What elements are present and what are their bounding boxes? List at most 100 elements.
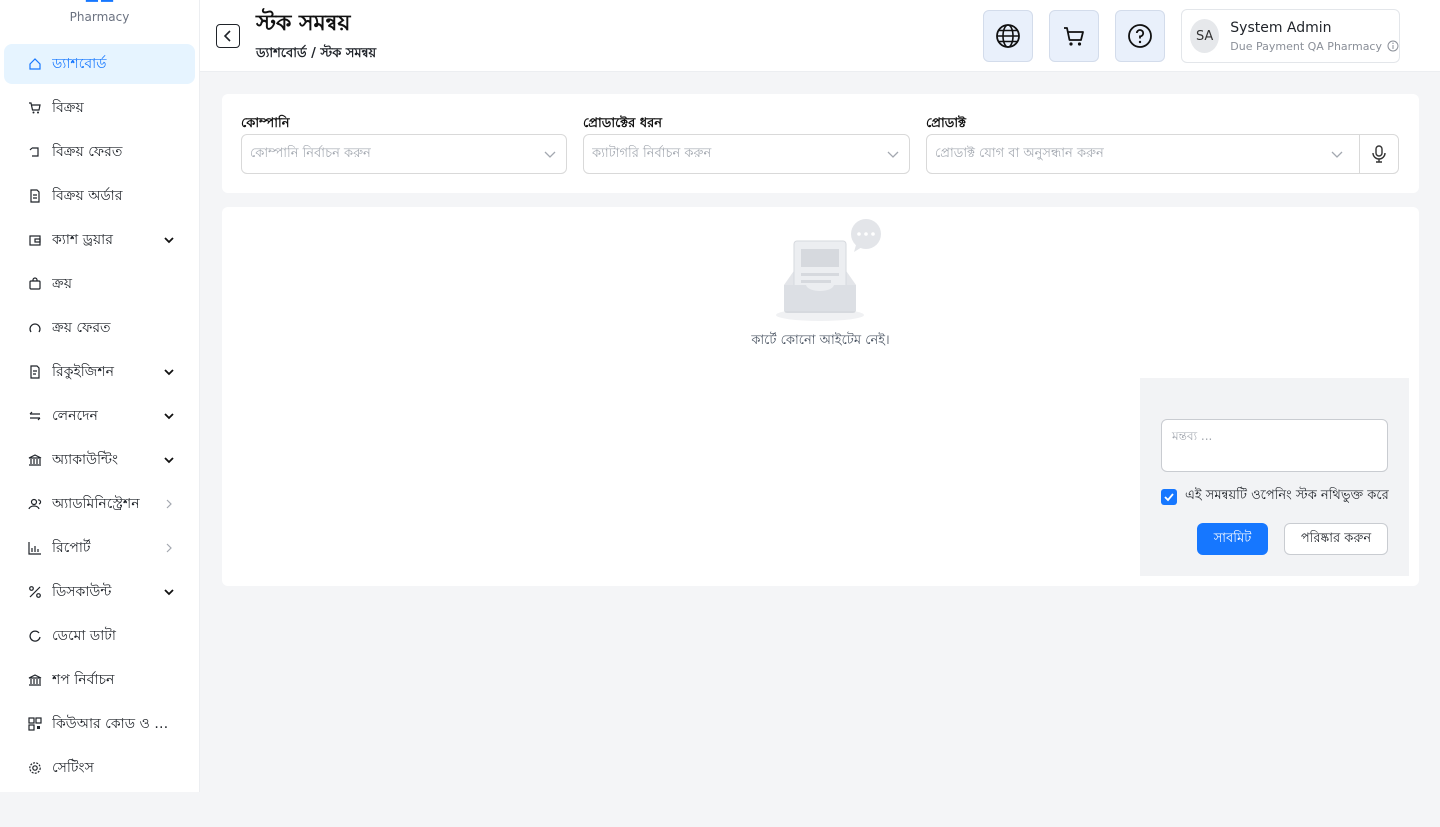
sidebar-item[interactable]: অ্যাকাউন্টিং	[4, 440, 195, 480]
chevron-down-icon[interactable]	[163, 234, 175, 246]
chevron-down-icon	[1331, 148, 1343, 160]
chevron-down-icon[interactable]	[163, 366, 175, 378]
sidebar-item[interactable]: বিক্রয় অর্ডার	[4, 176, 195, 216]
sidebar-item-label: অ্যাকাউন্টিং	[52, 452, 119, 468]
chevron-right-icon[interactable]	[163, 498, 175, 510]
bank-icon	[28, 453, 42, 467]
chevron-right-icon[interactable]	[163, 542, 175, 554]
sidebar-item[interactable]: ক্যাশ ড্রয়ার	[4, 220, 195, 260]
return-icon	[28, 145, 42, 159]
opening-stock-checkbox[interactable]	[1161, 488, 1177, 505]
sidebar-item-label: ক্রয় ফেরত	[52, 320, 111, 336]
chevron-down-icon	[887, 148, 899, 160]
sidebar-item[interactable]: বিক্রয় ফেরত	[4, 132, 195, 172]
sidebar-item-label: ক্যাশ ড্রয়ার	[52, 232, 113, 248]
cart-icon	[28, 101, 42, 115]
category-label: প্রোডাক্টের ধরন	[583, 116, 663, 131]
sidebar-item[interactable]: ড্যাশবোর্ড	[4, 44, 195, 84]
sidebar-item[interactable]: লেনদেন	[4, 396, 195, 436]
chevron-down-icon[interactable]	[163, 586, 175, 598]
info-icon	[1387, 40, 1399, 52]
empty-inbox-illustration	[776, 219, 881, 321]
voice-search-button[interactable]	[1359, 134, 1399, 174]
chevron-left-icon	[223, 30, 231, 42]
sidebar-item-label: শপ নির্বাচন	[52, 672, 115, 688]
qrcode-icon	[28, 717, 42, 731]
users-icon	[28, 497, 42, 511]
sidebar-item[interactable]: ডেমো ডাটা	[4, 616, 195, 656]
sidebar-item[interactable]: অ্যাডমিনিস্ট্রেশন	[4, 484, 195, 524]
chevron-down-icon	[544, 148, 556, 160]
sidebar-item[interactable]: রিপোর্ট	[4, 528, 195, 568]
company-select[interactable]: কোম্পানি নির্বাচন করুন	[241, 134, 567, 174]
user-profile[interactable]: SA System Admin Due Payment QA Pharmacy	[1181, 9, 1400, 63]
sidebar-item[interactable]: বিক্রয়	[4, 88, 195, 128]
percent-icon	[28, 585, 42, 599]
bar-chart-icon	[28, 541, 42, 555]
back-button[interactable]	[216, 24, 240, 48]
shop-icon	[28, 673, 42, 687]
microphone-icon	[1372, 145, 1386, 163]
product-search-select[interactable]: প্রোডাক্ট যোগ বা অনুসন্ধান করুন	[926, 134, 1360, 174]
empty-cart-message: কার্টে কোনো আইটেম নেই।	[751, 333, 890, 348]
globe-icon	[996, 24, 1020, 48]
sidebar-item[interactable]: কিউআর কোড ও মা...	[4, 704, 195, 744]
sidebar-item-label: অ্যাডমিনিস্ট্রেশন	[52, 496, 140, 512]
clear-button[interactable]: পরিষ্কার করুন	[1284, 523, 1388, 555]
sidebar-item-label: ডেমো ডাটা	[52, 628, 116, 644]
opening-stock-checkbox-row[interactable]: এই সমন্বয়টি ওপেনিং স্টক নথিভুক্ত করে	[1161, 486, 1389, 507]
sidebar-item-label: কিউআর কোড ও মা...	[52, 716, 175, 732]
chevron-down-icon[interactable]	[163, 454, 175, 466]
product-placeholder: প্রোডাক্ট যোগ বা অনুসন্ধান করুন	[935, 145, 1104, 161]
chevron-down-icon[interactable]	[163, 410, 175, 422]
question-circle-icon	[1128, 24, 1152, 48]
brand-logo[interactable]: ▬▬	[84, 0, 114, 7]
filter-card: কোম্পানি কোম্পানি নির্বাচন করুন প্রোডাক্…	[222, 94, 1419, 193]
cart-button[interactable]	[1049, 10, 1099, 62]
category-select[interactable]: ক্যাটাগরি নির্বাচন করুন	[583, 134, 910, 174]
sidebar-item[interactable]: রিকুইজিশন	[4, 352, 195, 392]
brand-subtitle: Pharmacy	[69, 10, 130, 24]
sidebar-item[interactable]: ডিসকাউন্ট	[4, 572, 195, 612]
undo-icon	[28, 321, 42, 335]
sidebar-item-label: ক্রয়	[52, 276, 72, 292]
company-label: কোম্পানি	[241, 116, 290, 131]
sidebar-item-label: রিপোর্ট	[52, 540, 91, 556]
document-icon	[28, 189, 42, 203]
company-placeholder: কোম্পানি নির্বাচন করুন	[250, 145, 371, 161]
sidebar-item[interactable]: ক্রয় ফেরত	[4, 308, 195, 348]
category-placeholder: ক্যাটাগরি নির্বাচন করুন	[592, 145, 712, 161]
language-button[interactable]	[983, 10, 1033, 62]
submit-button[interactable]: সাবমিট	[1197, 523, 1268, 555]
avatar: SA	[1190, 19, 1220, 53]
settings-icon	[28, 761, 42, 775]
product-label: প্রোডাক্ট	[926, 116, 966, 131]
file-icon	[28, 365, 42, 379]
sidebar-item[interactable]: সেটিংস	[4, 748, 195, 788]
header: স্টক সমন্বয় ড্যাশবোর্ড / স্টক সমন্বয় S…	[200, 0, 1440, 72]
page-title: স্টক সমন্বয়	[256, 11, 351, 36]
breadcrumb[interactable]: ড্যাশবোর্ড / স্টক সমন্বয়	[256, 44, 376, 65]
wallet-icon	[28, 233, 42, 247]
company-field: কোম্পানি কোম্পানি নির্বাচন করুন	[241, 114, 567, 174]
sidebar-item-label: রিকুইজিশন	[52, 364, 114, 380]
sidebar-item[interactable]: শপ নির্বাচন	[4, 660, 195, 700]
sidebar-item[interactable]: ক্রয়	[4, 264, 195, 304]
swap-icon	[28, 409, 42, 423]
sidebar-item-label: ড্যাশবোর্ড	[52, 56, 107, 72]
sidebar-item-label: বিক্রয় ফেরত	[52, 144, 123, 160]
sidebar: ▬▬ Pharmacy ড্যাশবোর্ড বিক্রয় বিক্রয় ফের…	[0, 0, 200, 792]
help-button[interactable]	[1115, 10, 1165, 62]
user-org-row: Due Payment QA Pharmacy	[1230, 40, 1399, 53]
category-field: প্রোডাক্টের ধরন ক্যাটাগরি নির্বাচন করুন	[583, 114, 910, 174]
sidebar-item-label: সেটিংস	[52, 760, 94, 776]
submit-panel: এই সমন্বয়টি ওপেনিং স্টক নথিভুক্ত করে সা…	[1140, 378, 1409, 576]
note-textarea[interactable]	[1161, 419, 1388, 472]
cart-card: কার্টে কোনো আইটেম নেই। এই সমন্বয়টি ওপেন…	[222, 207, 1419, 586]
sidebar-item-label: বিক্রয়	[52, 100, 84, 116]
bag-icon	[28, 277, 42, 291]
opening-stock-label: এই সমন্বয়টি ওপেনিং স্টক নথিভুক্ত করে	[1185, 488, 1389, 503]
sidebar-item-label: বিক্রয় অর্ডার	[52, 188, 123, 204]
user-name: System Admin	[1230, 19, 1332, 36]
brand: ▬▬ Pharmacy	[0, 0, 199, 40]
